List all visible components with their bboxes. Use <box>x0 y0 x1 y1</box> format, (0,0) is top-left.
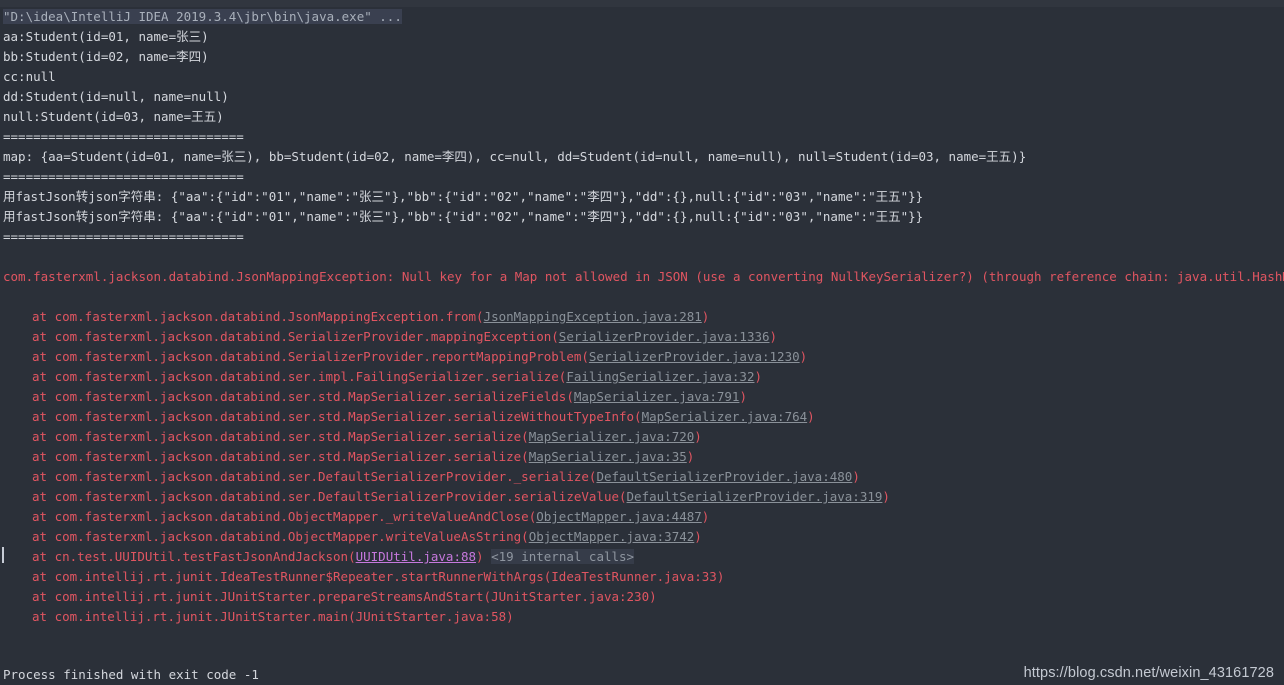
stack-frame-text: at com.fasterxml.jackson.databind.ser.De… <box>32 469 597 484</box>
stack-trace-row: at com.fasterxml.jackson.databind.ser.im… <box>3 367 1284 387</box>
stack-frame-suffix: ) <box>754 369 763 384</box>
stack-frame-text: at com.fasterxml.jackson.databind.Object… <box>32 529 529 544</box>
stack-trace-row: at com.fasterxml.jackson.databind.Object… <box>3 507 1284 527</box>
stack-frame-source-link[interactable]: DefaultSerializerProvider.java:480 <box>596 469 852 484</box>
console-command-text: "D:\idea\IntelliJ IDEA 2019.3.4\jbr\bin\… <box>3 9 402 24</box>
console-output-area: "D:\idea\IntelliJ IDEA 2019.3.4\jbr\bin\… <box>0 7 1284 627</box>
console-separator-2: ================================ <box>3 169 244 184</box>
stack-frame-text: at com.fasterxml.jackson.databind.Serial… <box>32 329 559 344</box>
stack-trace-row: at com.fasterxml.jackson.databind.Serial… <box>3 347 1284 367</box>
stack-trace-row: at com.fasterxml.jackson.databind.Object… <box>3 527 1284 547</box>
stack-trace-row: at com.fasterxml.jackson.databind.ser.st… <box>3 427 1284 447</box>
process-status-text: Process finished with exit code -1 <box>3 667 259 682</box>
console-fastjson-line-1: 用fastJson转json字符串: {"aa":{"id":"01","nam… <box>3 189 924 204</box>
stack-frame-source-link[interactable]: MapSerializer.java:720 <box>529 429 695 444</box>
console-output-line-4: dd:Student(id=null, name=null) <box>3 89 229 104</box>
stack-trace-row: at cn.test.UUIDUtil.testFastJsonAndJacks… <box>3 547 1284 567</box>
stack-frame-source-link[interactable]: MapSerializer.java:764 <box>642 409 808 424</box>
console-command-line: "D:\idea\IntelliJ IDEA 2019.3.4\jbr\bin\… <box>3 7 1284 27</box>
stack-trace-row: at com.intellij.rt.junit.JUnitStarter.ma… <box>3 607 1284 627</box>
stack-frame-suffix: ) <box>686 449 695 464</box>
stack-trace-row: at com.fasterxml.jackson.databind.ser.De… <box>3 467 1284 487</box>
stack-frame-source-link[interactable]: ObjectMapper.java:4487 <box>536 509 702 524</box>
exception-header: com.fasterxml.jackson.databind.JsonMappi… <box>3 269 1284 284</box>
stack-frame-source-link[interactable]: ObjectMapper.java:3742 <box>529 529 695 544</box>
stack-frame-suffix: ) <box>799 349 808 364</box>
stack-frame-suffix: ) <box>852 469 860 484</box>
stack-frame-text: at com.fasterxml.jackson.databind.ser.st… <box>32 429 529 444</box>
internal-calls-badge[interactable]: <19 internal calls> <box>491 549 635 564</box>
stack-trace-row: at com.intellij.rt.junit.JUnitStarter.pr… <box>3 587 1284 607</box>
stack-trace-row: at com.fasterxml.jackson.databind.ser.st… <box>3 387 1284 407</box>
stack-frame-text: at com.fasterxml.jackson.databind.ser.st… <box>32 409 642 424</box>
stack-frame-spacer <box>484 549 492 564</box>
stack-frame-suffix: ) <box>694 529 702 544</box>
console-separator-1: ================================ <box>3 129 244 144</box>
stack-frame-suffix: ) <box>769 329 778 344</box>
stack-frame-text: at com.intellij.rt.junit.IdeaTestRunner$… <box>32 569 725 584</box>
console-map-line: map: {aa=Student(id=01, name=张三), bb=Stu… <box>3 149 1027 164</box>
stack-trace-row: at com.fasterxml.jackson.databind.ser.st… <box>3 407 1284 427</box>
console-output-line-2: bb:Student(id=02, name=李四) <box>3 49 209 64</box>
run-console-panel[interactable]: "D:\idea\IntelliJ IDEA 2019.3.4\jbr\bin\… <box>0 0 1284 685</box>
stack-frame-text: at com.fasterxml.jackson.databind.Object… <box>32 509 537 524</box>
stack-trace-row: at com.fasterxml.jackson.databind.Serial… <box>3 327 1284 347</box>
stack-frame-suffix: ) <box>701 509 710 524</box>
stack-frame-text: at com.fasterxml.jackson.databind.Serial… <box>32 349 589 364</box>
stack-trace-row: at com.fasterxml.jackson.databind.ser.De… <box>3 487 1284 507</box>
stack-frame-source-link[interactable]: MapSerializer.java:791 <box>574 389 740 404</box>
stack-frame-source-link[interactable]: JsonMappingException.java:281 <box>484 309 702 324</box>
console-separator-3: ================================ <box>3 229 244 244</box>
stack-frame-source-link[interactable]: MapSerializer.java:35 <box>529 449 687 464</box>
console-output-line-1: aa:Student(id=01, name=张三) <box>3 29 209 44</box>
stack-frame-text: at com.fasterxml.jackson.databind.ser.im… <box>32 369 567 384</box>
stack-frame-text: at com.fasterxml.jackson.databind.ser.st… <box>32 389 574 404</box>
stack-trace-list: at com.fasterxml.jackson.databind.JsonMa… <box>3 307 1284 627</box>
console-top-strip <box>0 0 1284 7</box>
console-blank-line-1 <box>3 247 1284 267</box>
console-fastjson-line-2: 用fastJson转json字符串: {"aa":{"id":"01","nam… <box>3 209 924 224</box>
console-output-line-3: cc:null <box>3 69 56 84</box>
stack-frame-suffix: ) <box>882 489 890 504</box>
stack-frame-text: at com.intellij.rt.junit.JUnitStarter.ma… <box>32 609 514 624</box>
stack-frame-source-link[interactable]: DefaultSerializerProvider.java:319 <box>627 489 883 504</box>
stack-frame-text: at com.fasterxml.jackson.databind.ser.De… <box>32 489 627 504</box>
stack-trace-row: at com.fasterxml.jackson.databind.JsonMa… <box>3 307 1284 327</box>
stack-trace-row: at com.intellij.rt.junit.IdeaTestRunner$… <box>3 567 1284 587</box>
stack-frame-suffix: ) <box>807 409 815 424</box>
stack-frame-text: at com.intellij.rt.junit.JUnitStarter.pr… <box>32 589 657 604</box>
stack-frame-suffix: ) <box>739 389 747 404</box>
watermark-url: https://blog.csdn.net/weixin_43161728 <box>1023 665 1274 681</box>
stack-frame-suffix: ) <box>476 549 484 564</box>
stack-trace-row: at com.fasterxml.jackson.databind.ser.st… <box>3 447 1284 467</box>
stack-frame-source-link[interactable]: UUIDUtil.java:88 <box>356 549 476 564</box>
console-blank-line-2 <box>3 287 1284 307</box>
stack-frame-text: at cn.test.UUIDUtil.testFastJsonAndJacks… <box>32 549 356 564</box>
stack-frame-text: at com.fasterxml.jackson.databind.ser.st… <box>32 449 529 464</box>
stack-frame-suffix: ) <box>701 309 710 324</box>
stack-frame-source-link[interactable]: FailingSerializer.java:32 <box>566 369 754 384</box>
stack-frame-source-link[interactable]: SerializerProvider.java:1230 <box>589 349 800 364</box>
console-output-line-5: null:Student(id=03, name=王五) <box>3 109 224 124</box>
stack-frame-source-link[interactable]: SerializerProvider.java:1336 <box>559 329 770 344</box>
stack-frame-suffix: ) <box>694 429 702 444</box>
stack-frame-text: at com.fasterxml.jackson.databind.JsonMa… <box>32 309 484 324</box>
